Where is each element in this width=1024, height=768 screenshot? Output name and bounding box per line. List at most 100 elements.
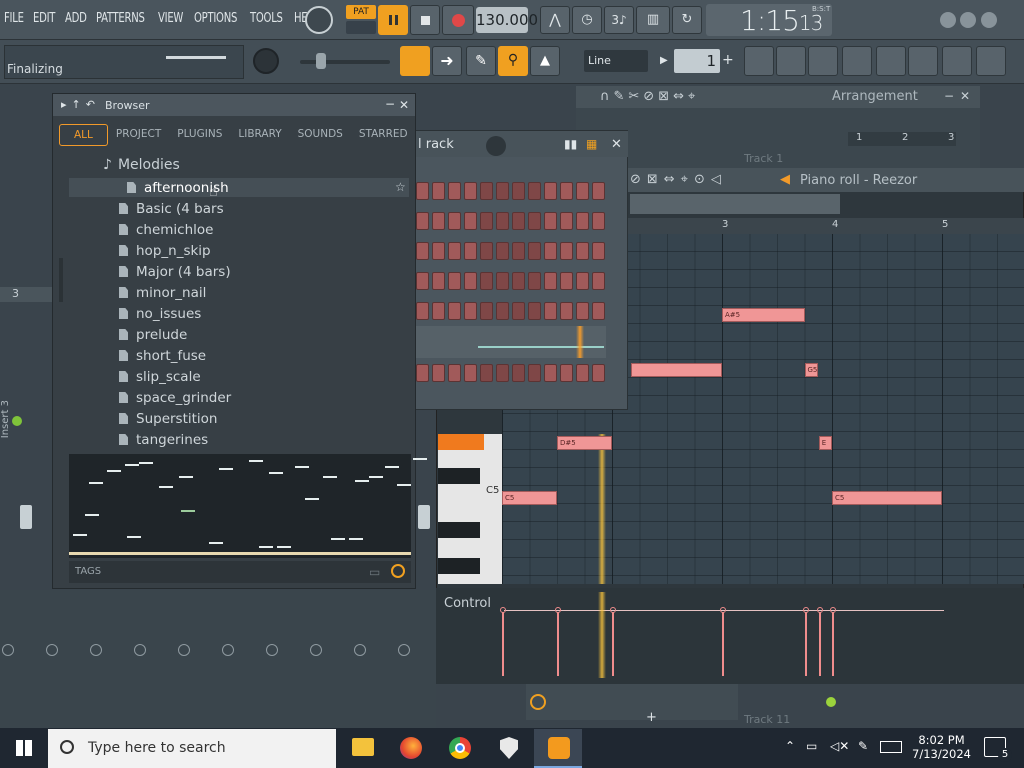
step-button[interactable]	[528, 182, 541, 200]
menu-view[interactable]: VIEW	[158, 11, 183, 26]
velocity-stem[interactable]	[832, 612, 834, 676]
step-button[interactable]	[496, 364, 509, 382]
piano-roll-arrow-icon[interactable]: ◀	[780, 172, 790, 187]
countdown-icon[interactable]: 3♪	[604, 6, 634, 34]
step-button[interactable]	[416, 182, 429, 200]
step-button[interactable]	[480, 182, 493, 200]
mixer-knob[interactable]	[134, 644, 146, 656]
tempo-display[interactable]: 130.000	[476, 7, 538, 33]
plugin-icon[interactable]	[942, 46, 972, 76]
tab-library[interactable]: LIBRARY	[230, 124, 289, 146]
step-button[interactable]	[544, 272, 557, 290]
mixer-knob[interactable]	[222, 644, 234, 656]
file-item[interactable]: space_grinder	[119, 390, 231, 406]
step-button[interactable]	[448, 302, 461, 320]
step-button[interactable]	[560, 212, 573, 230]
pause-button[interactable]	[378, 5, 408, 35]
keyboard-icon[interactable]	[880, 741, 902, 753]
chrome-icon[interactable]	[449, 737, 471, 759]
step-button[interactable]	[432, 182, 445, 200]
menu-patterns[interactable]: PATTERNS	[96, 11, 145, 26]
file-item[interactable]: Major (4 bars)	[119, 264, 231, 280]
step-button[interactable]	[512, 212, 525, 230]
velocity-handle[interactable]	[816, 607, 823, 613]
step-button[interactable]	[512, 302, 525, 320]
master-pitch-knob[interactable]	[253, 48, 279, 74]
menu-file[interactable]: FILE	[4, 11, 24, 26]
tab-plugins[interactable]: PLUGINS	[169, 124, 230, 146]
master-volume-knob[interactable]	[305, 6, 333, 34]
copy-icon[interactable]	[908, 46, 938, 76]
step-button[interactable]	[544, 212, 557, 230]
stop-button[interactable]	[410, 5, 440, 35]
note[interactable]: E	[818, 436, 832, 451]
arrangement-track-11[interactable]: Track 11	[744, 713, 790, 726]
step-button[interactable]	[544, 242, 557, 260]
step-button[interactable]	[464, 182, 477, 200]
channel-rack-button[interactable]	[400, 46, 430, 76]
channel-rack-icon[interactable]	[808, 46, 838, 76]
step-button[interactable]	[512, 272, 525, 290]
file-item[interactable]: tangerines	[119, 432, 208, 448]
note[interactable]: C5	[832, 491, 942, 505]
menu-add[interactable]: ADD	[65, 11, 87, 26]
velocity-stem[interactable]	[818, 612, 821, 676]
note[interactable]	[630, 362, 722, 377]
brush-icon[interactable]: ✎	[466, 46, 496, 76]
step-button[interactable]	[496, 242, 509, 260]
file-item[interactable]: no_issues	[119, 306, 201, 322]
note[interactable]: G5	[804, 362, 818, 377]
pattern-number[interactable]: 1	[674, 49, 720, 73]
black-key[interactable]	[438, 558, 480, 574]
volume-icon[interactable]: ◁✕	[830, 739, 849, 753]
velocity-handle[interactable]	[500, 607, 506, 613]
browser-nav-icons[interactable]: ▸↑↶	[61, 98, 100, 111]
file-item[interactable]: hop_n_skip	[119, 243, 211, 259]
record-button[interactable]	[442, 5, 474, 35]
clock-icon[interactable]	[530, 694, 546, 710]
mixer-insert-led[interactable]	[12, 416, 22, 426]
firefox-icon[interactable]	[400, 737, 422, 759]
velocity-stem[interactable]	[502, 612, 504, 676]
star-icon[interactable]: ☆	[395, 180, 406, 194]
pattern-prev-icon[interactable]: ▶	[660, 50, 672, 72]
step-button[interactable]	[448, 242, 461, 260]
pen-icon[interactable]: ✎	[858, 739, 868, 753]
step-button[interactable]	[576, 272, 589, 290]
step-button[interactable]	[592, 272, 605, 290]
step-button[interactable]	[416, 272, 429, 290]
velocity-handle[interactable]	[720, 607, 726, 613]
step-button[interactable]	[432, 272, 445, 290]
folder-icon[interactable]: ▭	[369, 565, 380, 579]
file-item[interactable]: short_fuse	[119, 348, 206, 364]
playlist-icon[interactable]	[744, 46, 774, 76]
note[interactable]: D#5	[557, 436, 612, 451]
step-button[interactable]	[464, 364, 477, 382]
note[interactable]: A#5	[722, 308, 805, 322]
next-arrow-icon[interactable]: ➜	[432, 46, 462, 76]
velocity-stem[interactable]	[804, 612, 807, 676]
mixer-knob[interactable]	[2, 644, 14, 656]
master-volume-slider[interactable]	[300, 60, 390, 64]
close-icon[interactable]	[981, 12, 997, 28]
black-key[interactable]	[438, 468, 480, 484]
step-button[interactable]	[448, 272, 461, 290]
step-button[interactable]	[512, 182, 525, 200]
step-button[interactable]	[432, 212, 445, 230]
step-button[interactable]	[592, 182, 605, 200]
mixer-fader[interactable]	[20, 505, 32, 529]
rack-steps-icon[interactable]: ▦	[586, 137, 597, 151]
step-button[interactable]	[576, 364, 589, 382]
velocity-handle[interactable]	[802, 607, 809, 613]
step-button[interactable]	[480, 212, 493, 230]
menu-edit[interactable]: EDIT	[33, 11, 55, 26]
mixer-knob[interactable]	[90, 644, 102, 656]
minimize-icon[interactable]	[940, 12, 956, 28]
arrangement-close-icon[interactable]: ✕	[960, 89, 970, 103]
step-button[interactable]	[480, 242, 493, 260]
hint-slider[interactable]	[166, 56, 226, 59]
song-mode-indicator[interactable]	[346, 21, 376, 34]
step-button[interactable]	[432, 242, 445, 260]
step-button[interactable]	[576, 212, 589, 230]
step-button[interactable]	[560, 272, 573, 290]
